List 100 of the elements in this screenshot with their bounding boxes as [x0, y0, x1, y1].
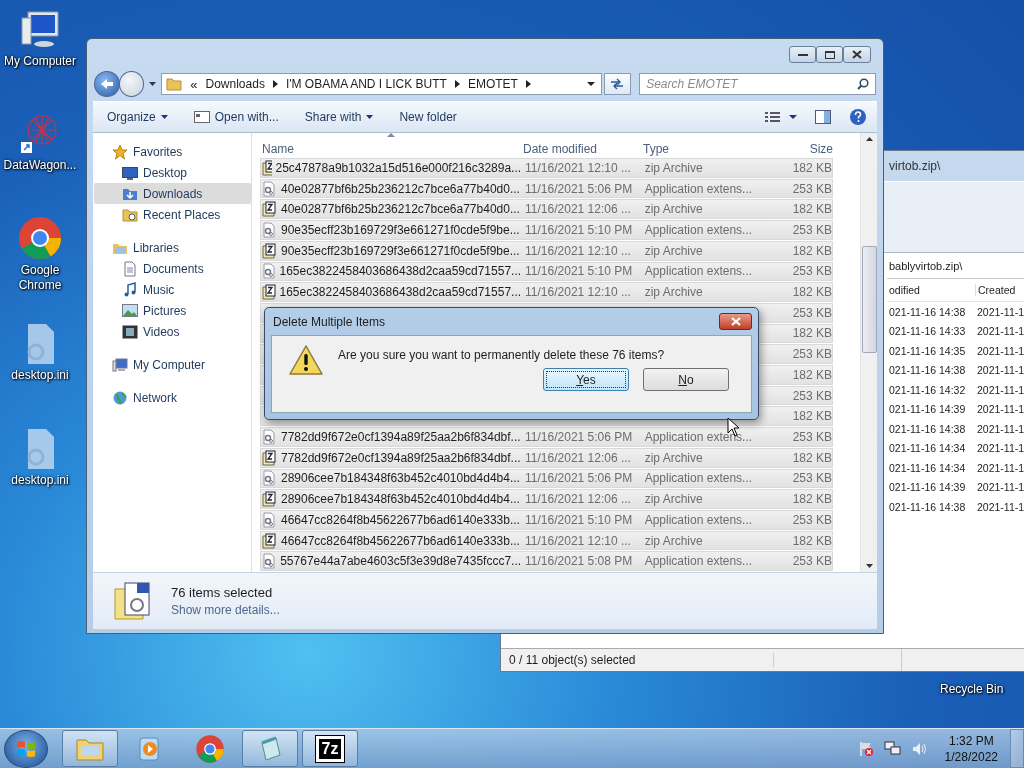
toolbar-button[interactable]: Organize — [103, 108, 172, 126]
selected-file-row[interactable]: 165ec3822458403686438d2caa59cd71557... 11/16/2021 5:10 PM Application extens... 253 KB — [260, 261, 833, 282]
nav-item[interactable]: Downloads — [94, 183, 251, 204]
chevron-icon[interactable] — [525, 80, 531, 88]
size-cell: 253 KB — [792, 347, 832, 362]
help-button[interactable] — [849, 108, 867, 126]
size-cell: 182 KB — [792, 326, 832, 341]
path-field[interactable]: bablyvirtob.zip\ — [887, 260, 963, 272]
file-name: 90e35ecff23b169729f3e661271f0cde5f9be... — [281, 222, 520, 237]
selected-file-row[interactable]: 165ec3822458403686438d2caa59cd71557... 11/16/2021 12:10 ... zip Archive 182 KB — [260, 282, 833, 302]
selected-file-row[interactable]: 90e35ecff23b169729f3e661271f0cde5f9be... 11/16/2021 12:10 ... zip Archive 182 KB — [260, 240, 833, 261]
breadcrumb-overflow[interactable]: « — [190, 76, 198, 92]
preview-pane-button[interactable] — [815, 110, 831, 124]
selected-file-row[interactable]: 40e02877bf6b25b236212c7bce6a77b40d0... 11/16/2021 12:06 ... zip Archive 182 KB — [260, 199, 833, 220]
address-bar[interactable]: « Downloads I'M OBAMA AND I LICK BUTT EMOTET — [161, 73, 602, 95]
nav-item[interactable]: Favorites — [94, 141, 251, 162]
size-cell: 253 KB — [792, 512, 832, 527]
taskbar-app-button[interactable]: 7z — [302, 730, 358, 767]
table-cell-text: 021-11-16 14:33 — [888, 325, 967, 338]
flag-icon[interactable] — [857, 740, 874, 757]
close-button[interactable] — [719, 313, 752, 330]
dropdown-arrow-icon[interactable] — [586, 82, 595, 86]
size-cell: 253 KB — [792, 264, 832, 279]
search-field[interactable]: Search EMOTET — [639, 73, 876, 95]
clock-date[interactable]: 1/28/2022 — [944, 748, 998, 765]
file-name: 90e35ecff23b169729f3e661271f0cde5f9be... — [281, 243, 520, 258]
back-button[interactable] — [94, 71, 120, 97]
toolbar-button[interactable]: New folder — [395, 108, 461, 126]
nav-item[interactable]: Libraries — [94, 237, 251, 258]
breadcrumb-item[interactable]: EMOTET — [467, 77, 518, 91]
nav-item[interactable]: Recent Places — [94, 204, 251, 225]
nav-item[interactable]: Videos — [94, 321, 251, 342]
column-header[interactable]: Name — [260, 133, 521, 156]
nav-item[interactable]: Music — [94, 279, 251, 300]
taskbar-app-button[interactable] — [242, 730, 298, 767]
nav-item[interactable]: Documents — [94, 258, 251, 279]
selected-file-row[interactable]: 46647cc8264f8b45622677b6ad6140e333b... 11/16/2021 5:10 PM Application extens... 253 KB — [260, 509, 833, 530]
chrome-icon[interactable] — [17, 215, 63, 261]
selected-file-row[interactable]: 28906cee7b184348f63b452c4010bd4d4b4... 11/16/2021 5:06 PM Application extens... 253 KB — [260, 468, 833, 489]
selected-file-row[interactable]: 40e02877bf6b25b236212c7bce6a77b40d0... 11/16/2021 5:06 PM Application extens... 253 KB — [260, 178, 833, 199]
size-cell: 253 KB — [792, 181, 832, 196]
dropdown-arrow-icon[interactable] — [149, 82, 157, 86]
zip-file-icon — [261, 242, 277, 259]
zip-file-icon — [261, 201, 277, 218]
toolbar-button[interactable]: Share with — [300, 108, 378, 126]
breadcrumb-item[interactable]: I'M OBAMA AND I LICK BUTT — [285, 77, 447, 91]
file-name: 46647cc8264f8b45622677b6ad6140e333b... — [281, 533, 520, 548]
date-cell: 11/16/2021 5:10 PM — [525, 264, 633, 279]
table-cell-text: 021-11-16 14:38 — [888, 500, 967, 513]
desktop-icon-label[interactable]: desktop.ini — [11, 473, 69, 488]
close-button[interactable] — [843, 46, 871, 63]
scrollbar[interactable] — [860, 133, 877, 572]
selected-file-row[interactable]: 55767e44a7abe4603c5f3e39d8e7435fccc7... 11/16/2021 5:08 PM Application extens... 253 KB — [260, 551, 833, 572]
column-header[interactable]: Date modified — [521, 133, 641, 156]
music-note-icon — [122, 281, 138, 298]
scroll-thumb[interactable] — [861, 246, 877, 353]
chevron-icon[interactable] — [454, 80, 460, 88]
breadcrumb-item[interactable]: Downloads — [205, 77, 265, 91]
start-button[interactable] — [4, 729, 48, 768]
forward-button[interactable] — [118, 71, 145, 97]
zip-file-icon — [261, 284, 276, 301]
column-header[interactable]: Type — [641, 133, 761, 156]
selected-file-row[interactable]: 90e35ecff23b169729f3e661271f0cde5f9be... 11/16/2021 5:10 PM Application extens... 253 KB — [260, 220, 833, 240]
scroll-up-icon[interactable] — [865, 137, 873, 141]
clock-time[interactable]: 1:32 PM — [948, 732, 994, 749]
selected-file-row[interactable]: 28906cee7b184348f63b452c4010bd4d4b4... 11/16/2021 12:06 ... zip Archive 182 KB — [260, 489, 833, 509]
column-header[interactable]: odified — [887, 284, 976, 296]
nav-item[interactable]: Desktop — [94, 162, 251, 183]
selected-file-row[interactable]: 46647cc8264f8b45622677b6ad6140e333b... 11/16/2021 12:10 ... zip Archive 182 KB — [260, 530, 833, 551]
chevron-icon[interactable] — [272, 80, 278, 88]
view-options-button[interactable] — [765, 111, 797, 123]
desktop-icon-label[interactable]: Recycle Bin — [940, 682, 1004, 696]
toolbar-button[interactable]: Open with... — [189, 108, 283, 126]
table-cell-text: 2021-11-1 — [976, 305, 1024, 318]
show-details-link[interactable]: Show more details... — [171, 603, 280, 617]
selected-file-row[interactable]: 25c47878a9b1032a15d516e000f216c3289a... 11/16/2021 12:10 ... zip Archive 182 KB — [260, 158, 833, 178]
table-cell-text: 2021-11-1 — [976, 403, 1024, 416]
nav-item[interactable]: Pictures — [94, 300, 251, 321]
desktop-icon-label[interactable]: Google Chrome — [1, 263, 79, 293]
column-header[interactable]: Created — [976, 284, 1016, 296]
type-cell: zip Archive — [644, 160, 703, 175]
scroll-down-icon[interactable] — [865, 564, 873, 568]
refresh-button[interactable] — [603, 73, 632, 95]
nav-item[interactable]: My Computer — [94, 354, 251, 375]
file-name: 40e02877bf6b25b236212c7bce6a77b40d0... — [281, 202, 520, 217]
desktop-icon-label[interactable]: My Computer — [4, 54, 76, 69]
dialog-button[interactable]: No — [643, 368, 729, 391]
minimize-button[interactable] — [789, 46, 816, 63]
network-icon[interactable] — [883, 740, 902, 757]
nav-item[interactable]: Network — [94, 387, 251, 408]
selected-file-row[interactable]: 7782dd9f672e0cf1394a89f25aa2b6f834dbf... 11/16/2021 12:06 ... zip Archive 182 KB — [260, 447, 833, 468]
default-button[interactable]: Yes — [543, 368, 629, 391]
maximize-button[interactable] — [816, 46, 843, 63]
column-header[interactable]: Size — [761, 133, 833, 156]
desktop-icon-label[interactable]: DataWagon... — [3, 158, 77, 173]
selected-file-row[interactable]: 7782dd9f672e0cf1394a89f25aa2b6f834dbf... 11/16/2021 5:06 PM Application extens... 253 KB — [260, 427, 833, 447]
refresh-icon — [610, 78, 625, 90]
file-name: 25c47878a9b1032a15d516e000f216c3289a... — [275, 160, 522, 175]
taskbar-app-button[interactable] — [62, 730, 118, 767]
desktop-icon-label[interactable]: desktop.ini — [11, 368, 69, 383]
